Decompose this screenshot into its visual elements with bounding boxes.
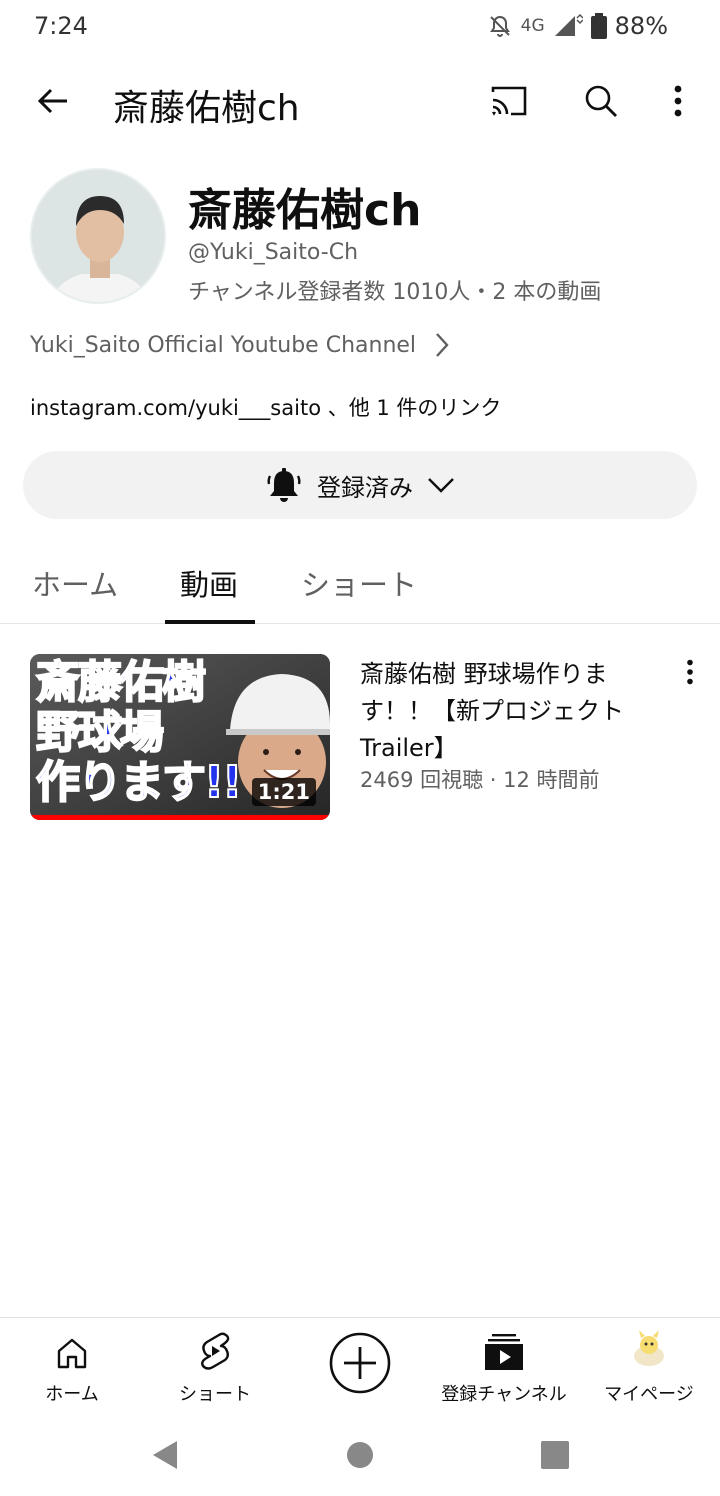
video-meta: 2469 回視聴 · 12 時間前 xyxy=(360,768,600,792)
channel-name: 斎藤佑樹ch xyxy=(188,185,422,236)
back-button[interactable] xyxy=(30,78,76,124)
system-recents-button[interactable] xyxy=(535,1435,575,1475)
thumbnail-caption-line2: 野球場 xyxy=(35,707,165,759)
nav-shorts[interactable]: ショート xyxy=(170,1318,260,1414)
create-button[interactable] xyxy=(329,1332,391,1394)
channel-description[interactable]: Yuki_Saito Official Youtube Channel xyxy=(30,328,450,362)
cast-button[interactable] xyxy=(486,78,532,124)
app-bar: 斎藤佑樹ch xyxy=(0,60,720,140)
video-title[interactable]: 斎藤佑樹 野球場作ります！！【新プロジェクト Trailer】 xyxy=(360,656,660,767)
thumbnail-caption-line1: 斎藤佑樹 xyxy=(35,657,207,709)
nav-subscriptions[interactable]: 登録チャンネル xyxy=(436,1318,572,1414)
back-arrow-icon xyxy=(37,88,67,114)
bottom-navigation: ホーム ショート 登録チャンネル マイページ xyxy=(0,1317,720,1413)
channel-tabs: ホーム 動画 ショート xyxy=(0,540,720,624)
app-bar-title: 斎藤佑樹ch xyxy=(113,88,300,129)
subscriptions-icon xyxy=(485,1334,523,1370)
channel-stats: チャンネル登録者数 1010人・2 本の動画 xyxy=(188,280,602,305)
mute-icon xyxy=(487,13,513,39)
nav-subscriptions-label: 登録チャンネル xyxy=(441,1384,567,1405)
more-vert-icon xyxy=(687,659,693,685)
circle-home-icon xyxy=(347,1442,373,1468)
thumbnail-caption: 斎藤佑樹 野球場 作ります!! xyxy=(35,657,243,809)
channel-handle: @Yuki_Saito-Ch xyxy=(188,240,359,265)
video-more-button[interactable] xyxy=(676,654,704,690)
add-icon xyxy=(329,1332,391,1394)
instagram-link[interactable]: instagram.com/yuki___saito xyxy=(30,396,321,420)
battery-icon xyxy=(590,13,607,39)
tab-shorts[interactable]: ショート xyxy=(301,562,417,604)
watch-progress-bar xyxy=(30,815,330,820)
nav-mypage-label: マイページ xyxy=(604,1384,694,1405)
nav-home[interactable]: ホーム xyxy=(32,1318,112,1414)
square-recents-icon xyxy=(541,1441,569,1469)
status-time: 7:24 xyxy=(34,12,88,40)
bell-icon xyxy=(267,468,301,502)
nav-mypage[interactable]: マイページ xyxy=(600,1318,698,1414)
channel-description-text: Yuki_Saito Official Youtube Channel xyxy=(30,332,417,358)
status-icons: 4G 88% xyxy=(487,12,668,40)
more-links-text: 、他 1 件のリンク xyxy=(321,396,502,420)
status-bar: 7:24 4G 88% xyxy=(0,0,720,56)
more-options-button[interactable] xyxy=(658,78,698,124)
search-icon xyxy=(585,85,617,117)
cast-icon xyxy=(491,86,527,116)
video-list-item[interactable]: 斎藤佑樹 野球場 作ります!! 1:21 斎藤佑樹 野球場作ります！！【新プロジ… xyxy=(0,640,720,830)
subscribed-label: 登録済み xyxy=(317,473,413,502)
search-button[interactable] xyxy=(578,78,624,124)
more-vert-icon xyxy=(674,85,682,117)
tab-home[interactable]: ホーム xyxy=(32,562,118,604)
system-navigation-bar xyxy=(0,1413,720,1496)
active-tab-indicator xyxy=(165,620,255,624)
nav-home-label: ホーム xyxy=(45,1384,99,1405)
video-duration: 1:21 xyxy=(251,778,316,806)
chevron-down-icon xyxy=(428,478,454,493)
channel-avatar[interactable] xyxy=(30,168,166,304)
tab-videos[interactable]: 動画 xyxy=(180,562,238,604)
thumbnail-caption-line3: 作ります!! xyxy=(35,757,243,809)
profile-avatar-icon xyxy=(629,1329,669,1369)
subscribed-button[interactable]: 登録済み xyxy=(23,451,697,519)
channel-links[interactable]: instagram.com/yuki___saito 、他 1 件のリンク xyxy=(30,392,501,422)
battery-percent: 88% xyxy=(614,12,668,40)
triangle-back-icon xyxy=(153,1441,177,1469)
network-type: 4G xyxy=(520,16,545,36)
chevron-right-icon xyxy=(436,333,449,357)
system-back-button[interactable] xyxy=(144,1435,184,1475)
shorts-icon xyxy=(201,1332,230,1370)
signal-icon xyxy=(553,14,583,38)
home-icon xyxy=(57,1338,87,1369)
nav-shorts-label: ショート xyxy=(179,1384,251,1405)
avatar-image xyxy=(32,170,164,302)
video-thumbnail[interactable]: 斎藤佑樹 野球場 作ります!! 1:21 xyxy=(30,654,330,820)
system-home-button[interactable] xyxy=(340,1435,380,1475)
